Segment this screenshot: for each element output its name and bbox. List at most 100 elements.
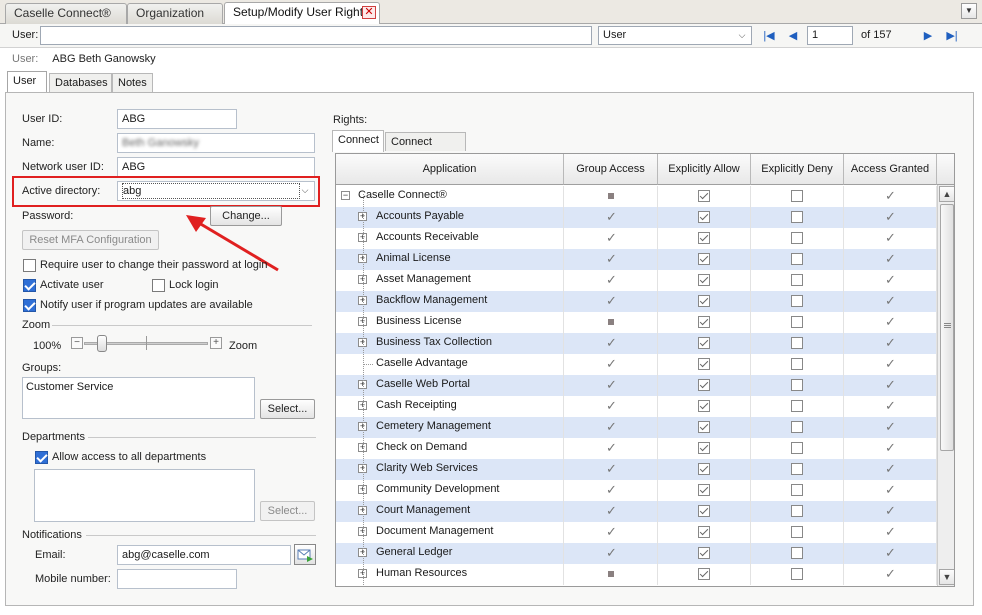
close-icon[interactable]: ✕	[362, 6, 376, 19]
table-row[interactable]: + Court Management ✓ ✓	[336, 501, 937, 522]
departments-select-button[interactable]: Select...	[260, 501, 315, 521]
table-row[interactable]: + Animal License ✓ ✓	[336, 249, 937, 270]
table-row[interactable]: + Cemetery Management ✓ ✓	[336, 417, 937, 438]
table-row[interactable]: + Accounts Payable ✓ ✓	[336, 207, 937, 228]
explicitly-deny-checkbox[interactable]	[791, 190, 803, 202]
explicitly-deny-checkbox[interactable]	[791, 568, 803, 580]
user-search-input[interactable]	[40, 26, 592, 45]
explicitly-deny-checkbox[interactable]	[791, 274, 803, 286]
column-header-group-access[interactable]: Group Access	[564, 154, 658, 185]
tab-caselle-connect[interactable]: Caselle Connect®	[5, 3, 127, 24]
lock-login-checkbox[interactable]	[152, 279, 165, 292]
table-row[interactable]: + Clarity Web Services ✓ ✓	[336, 459, 937, 480]
explicitly-allow-checkbox[interactable]	[698, 358, 710, 370]
explicitly-allow-checkbox[interactable]	[698, 337, 710, 349]
table-row[interactable]: + Human Resources ✓	[336, 564, 937, 585]
tab-organization[interactable]: Organization	[127, 3, 223, 24]
tab-connect[interactable]: Connect	[332, 130, 384, 152]
mobile-number-field[interactable]	[117, 569, 237, 589]
explicitly-allow-checkbox[interactable]	[698, 253, 710, 265]
tab-setup-modify-user-rights[interactable]: Setup/Modify User Rights ✕	[224, 2, 380, 25]
notify-updates-checkbox[interactable]	[23, 299, 36, 312]
explicitly-allow-checkbox[interactable]	[698, 463, 710, 475]
explicitly-deny-checkbox[interactable]	[791, 463, 803, 475]
require-password-change-checkbox[interactable]	[23, 259, 36, 272]
column-header-access-granted[interactable]: Access Granted	[844, 154, 937, 185]
last-record-icon[interactable]: ▶|	[944, 29, 960, 43]
send-email-button[interactable]	[294, 544, 316, 565]
explicitly-allow-checkbox[interactable]	[698, 316, 710, 328]
table-row[interactable]: + Caselle Web Portal ✓ ✓	[336, 375, 937, 396]
allow-all-departments-checkbox[interactable]	[35, 451, 48, 464]
groups-listbox[interactable]: Customer Service	[22, 377, 255, 419]
zoom-out-icon[interactable]: −	[71, 337, 83, 349]
explicitly-deny-checkbox[interactable]	[791, 421, 803, 433]
explicitly-deny-checkbox[interactable]	[791, 547, 803, 559]
table-row[interactable]: Caselle Advantage ✓ ✓	[336, 354, 937, 375]
explicitly-allow-checkbox[interactable]	[698, 421, 710, 433]
record-type-select[interactable]: User ⌵	[598, 26, 752, 45]
activate-user-checkbox[interactable]	[23, 279, 36, 292]
table-row-root[interactable]: − Caselle Connect® ✓	[336, 186, 937, 207]
next-record-icon[interactable]: ▶	[922, 29, 934, 43]
explicitly-deny-checkbox[interactable]	[791, 379, 803, 391]
table-row[interactable]: + Business Tax Collection ✓ ✓	[336, 333, 937, 354]
groups-select-button[interactable]: Select...	[260, 399, 315, 419]
collapse-icon[interactable]: −	[341, 191, 350, 200]
record-number-input[interactable]: 1	[807, 26, 853, 45]
explicitly-deny-checkbox[interactable]	[791, 232, 803, 244]
explicitly-deny-checkbox[interactable]	[791, 400, 803, 412]
explicitly-deny-checkbox[interactable]	[791, 295, 803, 307]
table-row[interactable]: + General Ledger ✓ ✓	[336, 543, 937, 564]
explicitly-allow-checkbox[interactable]	[698, 190, 710, 202]
explicitly-allow-checkbox[interactable]	[698, 211, 710, 223]
explicitly-deny-checkbox[interactable]	[791, 442, 803, 454]
column-header-explicitly-deny[interactable]: Explicitly Deny	[751, 154, 844, 185]
table-row[interactable]: + Check on Demand ✓ ✓	[336, 438, 937, 459]
vertical-scrollbar[interactable]: ▲ ▼	[937, 185, 954, 586]
tab-menu-dropdown-icon[interactable]: ▼	[961, 3, 977, 19]
column-header-explicitly-allow[interactable]: Explicitly Allow	[658, 154, 751, 185]
previous-record-icon[interactable]: ◀	[787, 29, 799, 43]
explicitly-allow-checkbox[interactable]	[698, 442, 710, 454]
explicitly-deny-checkbox[interactable]	[791, 211, 803, 223]
explicitly-allow-checkbox[interactable]	[698, 295, 710, 307]
tab-user[interactable]: User	[7, 71, 47, 93]
explicitly-deny-checkbox[interactable]	[791, 358, 803, 370]
explicitly-allow-checkbox[interactable]	[698, 379, 710, 391]
explicitly-allow-checkbox[interactable]	[698, 526, 710, 538]
explicitly-allow-checkbox[interactable]	[698, 400, 710, 412]
table-row[interactable]: + Backflow Management ✓ ✓	[336, 291, 937, 312]
table-row[interactable]: + Community Development ✓ ✓	[336, 480, 937, 501]
zoom-in-icon[interactable]: +	[210, 337, 222, 349]
tab-connect-online[interactable]: Connect Online	[385, 132, 466, 166]
explicitly-deny-checkbox[interactable]	[791, 526, 803, 538]
reset-mfa-button[interactable]: Reset MFA Configuration	[22, 230, 159, 250]
scroll-up-icon[interactable]: ▲	[939, 186, 954, 202]
table-row[interactable]: + Accounts Receivable ✓ ✓	[336, 228, 937, 249]
email-field[interactable]: abg@caselle.com	[117, 545, 291, 565]
network-user-id-field[interactable]: ABG	[117, 157, 315, 177]
explicitly-deny-checkbox[interactable]	[791, 505, 803, 517]
table-row[interactable]: + Business License ✓	[336, 312, 937, 333]
first-record-icon[interactable]: |◀	[763, 29, 775, 43]
explicitly-allow-checkbox[interactable]	[698, 484, 710, 496]
explicitly-deny-checkbox[interactable]	[791, 316, 803, 328]
column-header-application[interactable]: Application	[336, 154, 564, 185]
departments-listbox[interactable]	[34, 469, 255, 522]
user-id-field[interactable]: ABG	[117, 109, 237, 129]
table-row[interactable]: + Cash Receipting ✓ ✓	[336, 396, 937, 417]
explicitly-deny-checkbox[interactable]	[791, 337, 803, 349]
explicitly-allow-checkbox[interactable]	[698, 568, 710, 580]
explicitly-allow-checkbox[interactable]	[698, 232, 710, 244]
scrollbar-thumb[interactable]	[940, 204, 954, 451]
list-item[interactable]: Customer Service	[26, 381, 251, 393]
explicitly-allow-checkbox[interactable]	[698, 274, 710, 286]
name-field[interactable]: Beth Ganowsky	[117, 133, 315, 153]
zoom-slider-thumb[interactable]	[97, 335, 107, 352]
explicitly-allow-checkbox[interactable]	[698, 505, 710, 517]
tab-notes[interactable]: Notes	[112, 73, 153, 92]
tab-databases[interactable]: Databases	[49, 73, 112, 92]
explicitly-deny-checkbox[interactable]	[791, 484, 803, 496]
scroll-down-icon[interactable]: ▼	[939, 569, 954, 585]
